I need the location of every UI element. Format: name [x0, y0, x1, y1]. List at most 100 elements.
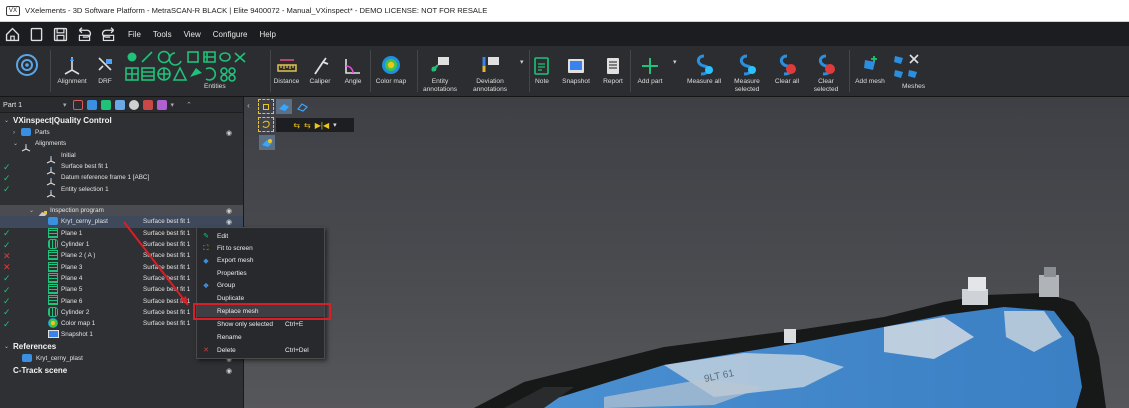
menu-item-group[interactable]: ❖ Group — [197, 280, 324, 292]
snapshot-button[interactable]: Snapshot — [556, 46, 596, 97]
visibility-eye-icon[interactable]: ◉ — [226, 367, 232, 375]
menu-item-rename[interactable]: Rename — [197, 331, 324, 343]
menu-item-fit-to-screen[interactable]: ⛶ Fit to screen — [197, 242, 324, 254]
select-mesh-icon[interactable] — [259, 135, 275, 150]
menu-tools[interactable]: Tools — [153, 30, 172, 39]
3d-viewport[interactable]: 9LT 61 ‹ ⇆ ⇆ ▶|◀ ▾ — [244, 97, 1129, 408]
note-label: Note — [535, 78, 549, 85]
filter-measure-icon[interactable] — [114, 99, 125, 110]
filter-entity-icon[interactable] — [100, 99, 111, 110]
filter-color-icon[interactable] — [156, 99, 167, 110]
select-through-icon[interactable]: ⇆ — [304, 121, 311, 130]
chevron-down-icon[interactable]: ⌄ — [13, 140, 18, 147]
deviation-annotations-label: Deviation annotations — [472, 78, 508, 93]
tree-item-surface-best-fit[interactable]: ✓ Surface best fit 1 — [0, 161, 243, 175]
distance-button[interactable]: Distance — [270, 46, 303, 97]
add-mesh-icon — [864, 56, 877, 70]
entities-label: Entities — [204, 83, 226, 90]
caliper-icon — [314, 57, 329, 75]
report-button[interactable]: Report — [598, 46, 628, 97]
collapse-up-icon[interactable]: ⌃ — [186, 101, 192, 109]
menu-item-delete[interactable]: ✕ Delete Ctrl+Del — [197, 344, 324, 356]
selection-dropdown-icon[interactable]: ▾ — [333, 121, 337, 129]
menu-configure[interactable]: Configure — [213, 30, 248, 39]
visibility-eye-icon[interactable]: ◉ — [226, 218, 232, 226]
part-selector[interactable]: Part 1 — [3, 100, 63, 109]
visibility-eye-icon[interactable]: ◉ — [226, 129, 232, 137]
lasso-icon[interactable] — [258, 117, 274, 132]
clear-selected-icon — [818, 54, 835, 76]
undo-icon[interactable] — [72, 22, 96, 46]
tree-item-alignments[interactable]: ⌄ Alignments — [0, 138, 243, 152]
clear-all-button[interactable]: Clear all — [772, 46, 802, 97]
menu-item-export-mesh[interactable]: ◆ Export mesh — [197, 255, 324, 267]
distance-icon — [276, 59, 297, 72]
add-part-dropdown-icon[interactable]: ▾ — [673, 58, 677, 66]
measure-selected-button[interactable]: Measure selected — [728, 46, 766, 97]
snapshot-label: Snapshot — [562, 78, 590, 85]
alignments-icon — [21, 139, 31, 152]
redo-icon[interactable] — [96, 22, 120, 46]
status-check-icon: ✓ — [3, 172, 11, 183]
chevron-right-icon[interactable]: › — [13, 130, 15, 136]
tree-item-initial[interactable]: Initial — [0, 150, 243, 164]
note-button[interactable]: Note — [529, 46, 555, 97]
vxinspect-button[interactable] — [12, 46, 42, 97]
entity-annotations-button[interactable]: Entity annotations — [420, 46, 460, 97]
select-surface-icon[interactable] — [276, 99, 292, 114]
color-map-button[interactable]: Color map — [370, 46, 412, 97]
filter-dropdown-icon[interactable]: ▾ — [171, 101, 175, 109]
filter-x-icon[interactable] — [72, 99, 83, 110]
menu-file[interactable]: File — [128, 30, 141, 39]
tree-item-parts[interactable]: › Parts ◉ — [0, 127, 243, 138]
filter-visibility-icon[interactable] — [128, 99, 139, 110]
drf-button[interactable]: DRF — [93, 46, 117, 97]
add-mesh-button[interactable]: Add mesh — [852, 46, 888, 97]
part-selector-dropdown-icon[interactable]: ▾ — [63, 101, 67, 109]
select-forward-icon[interactable]: ⇆ — [293, 121, 300, 130]
clear-selected-button[interactable]: Clear selected — [806, 46, 846, 97]
menu-item-edit[interactable]: ✎ Edit — [197, 230, 324, 242]
alignment-button[interactable]: Alignment — [50, 46, 94, 97]
angle-label: Angle — [344, 78, 362, 85]
tree-item-kryt-cerny-plast[interactable]: Kryt_cerny_plast Surface best fit 1 ◉ — [0, 216, 243, 228]
panel-toolbar: Part 1 ▾ ▾ ⌃ — [0, 97, 243, 113]
select-step-icon[interactable]: ▶|◀ — [315, 121, 329, 130]
add-part-button[interactable]: Add part — [632, 46, 668, 97]
menu-item-properties[interactable]: Properties — [197, 267, 324, 279]
filter-mesh-icon[interactable] — [86, 99, 97, 110]
measure-all-button[interactable]: Measure all — [682, 46, 726, 97]
new-file-icon[interactable] — [24, 22, 48, 46]
alignment-node-icon — [46, 162, 56, 175]
tree-item-entity-selection[interactable]: ✓ Entity selection 1 — [0, 184, 243, 197]
chevron-down-icon[interactable]: ⌄ — [29, 207, 34, 214]
deviation-annotations-button[interactable]: Deviation annotations — [462, 46, 518, 97]
chevron-down-icon[interactable]: ⌄ — [4, 343, 9, 350]
angle-icon — [345, 59, 360, 74]
select-tool-icon[interactable] — [258, 99, 274, 114]
tree-header-quality-control[interactable]: ⌄ VXinspect|Quality Control — [0, 115, 243, 126]
entity-annotations-icon — [431, 57, 449, 72]
menu-help[interactable]: Help — [259, 30, 275, 39]
context-menu: ✎ Edit ⛶ Fit to screen ◆ Export mesh Pro… — [196, 227, 325, 359]
filter-annotation-icon[interactable] — [142, 99, 153, 110]
select-lasso-icon[interactable] — [294, 99, 310, 114]
collapse-panel-icon[interactable]: ‹ — [244, 99, 253, 111]
visibility-eye-icon[interactable]: ◉ — [226, 207, 232, 215]
dropdown-arrow-icon[interactable]: ▾ — [520, 58, 524, 66]
save-icon[interactable] — [48, 22, 72, 46]
tree-item-inspection-program[interactable]: ⌄ Inspection program ◉ — [0, 205, 243, 218]
tree-header-ctrack-scene[interactable]: C-Track scene ◉ — [0, 365, 243, 376]
home-icon[interactable] — [0, 22, 24, 46]
chevron-down-icon[interactable]: ⌄ — [4, 117, 9, 124]
menu-bar: File Tools View Configure Help — [0, 22, 1129, 46]
vxinspect-icon — [16, 54, 38, 76]
tree-item-datum-reference-frame[interactable]: ✓ Datum reference frame 1 [ABC] — [0, 172, 243, 186]
clear-selected-label: Clear selected — [813, 78, 839, 93]
deviation-annotations-icon — [482, 57, 499, 72]
status-check-icon: ✓ — [3, 228, 11, 239]
entities-icons — [125, 50, 246, 82]
angle-button[interactable]: Angle — [337, 46, 369, 97]
caliper-button[interactable]: Caliper — [303, 46, 337, 97]
menu-view[interactable]: View — [184, 30, 201, 39]
